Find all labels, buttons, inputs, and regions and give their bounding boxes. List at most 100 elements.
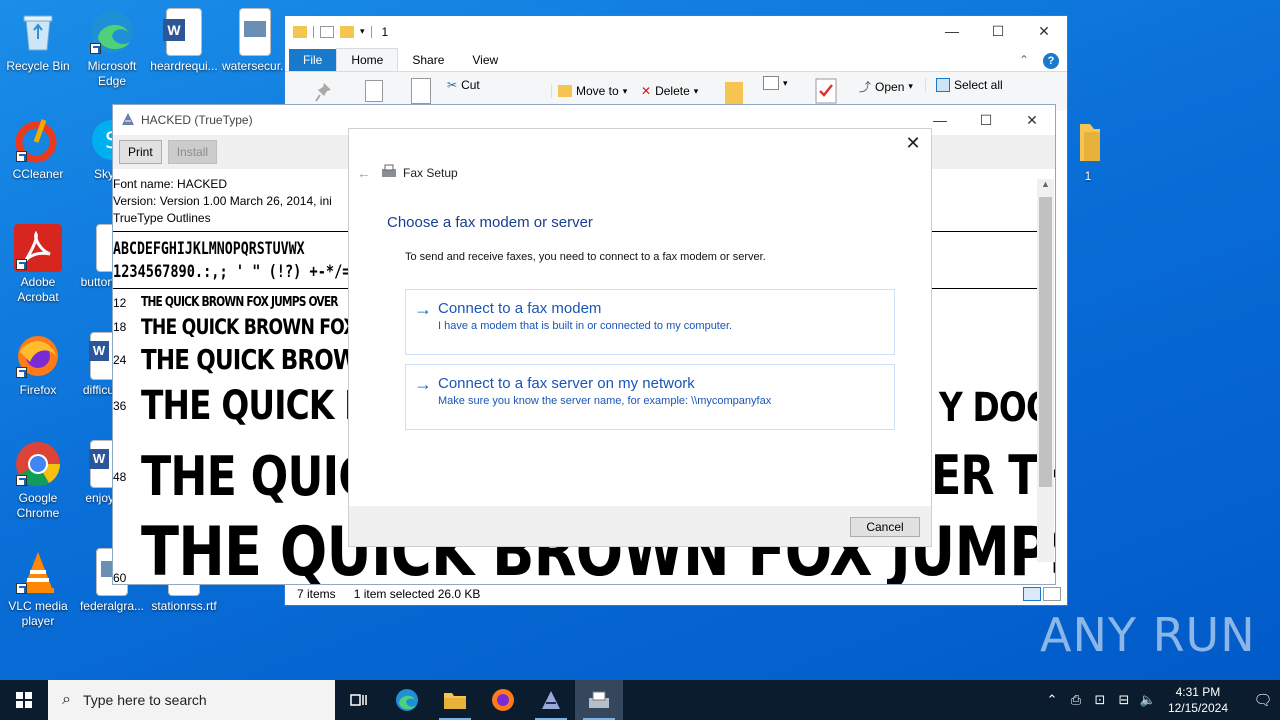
move-to-button[interactable]: Move to ▾ [551,84,627,98]
help-icon[interactable]: ? [1035,51,1067,71]
open-button[interactable]: ⤴ Open ▾ [859,78,913,95]
tab-file[interactable]: File [289,49,337,71]
desktop-icon-watersecur[interactable]: watersecur... [222,8,288,74]
search-icon: ⌕ [62,691,71,708]
option-title: Connect to a fax server on my network [438,375,695,392]
clock-time: 4:31 PM [1175,685,1221,699]
cancel-button[interactable]: Cancel [850,517,920,537]
arrow-right-icon: → [414,299,432,319]
image-file-icon [239,8,271,56]
taskbar-edge[interactable] [383,680,431,720]
desktop-icon-skype[interactable]: S Sky [74,116,114,182]
collapse-ribbon-icon[interactable]: ⌃ [1013,49,1035,71]
new-folder-button[interactable] [725,82,743,104]
folder-icon [1064,118,1112,166]
move-folder-icon [558,85,572,97]
desktop-icon-label: watersecur... [222,59,288,73]
desktop-icon-acrobat[interactable]: Adobe Acrobat [0,224,76,305]
close-button[interactable]: ✕ [1021,16,1067,46]
explorer-title: 1 [381,24,389,39]
paste-icon[interactable] [411,78,431,104]
word-doc-icon: W [163,8,202,56]
connect-fax-modem-option[interactable]: → Connect to a fax modem I have a modem … [405,289,895,355]
desktop-icon-edge[interactable]: Microsoft Edge [74,8,150,89]
font-viewer-icon [542,691,560,709]
taskbar-file-explorer[interactable] [431,680,479,720]
connect-fax-server-option[interactable]: → Connect to a fax server on my network … [405,364,895,430]
start-button[interactable] [0,680,48,720]
word-doc-icon: W [89,440,114,488]
taskbar-search-box[interactable]: ⌕ Type here to search [48,680,335,720]
scroll-up-icon[interactable]: ▲ [1037,179,1054,189]
back-arrow-icon[interactable]: ← [357,165,371,181]
desktop-icon-chrome[interactable]: Google Chrome [0,440,76,521]
anyrun-watermark: ANY RUN [1040,608,1256,662]
select-all-button[interactable]: Select all [925,78,1003,92]
desktop-icon-difficu[interactable]: W difficu [74,332,114,398]
selection-info: 1 item selected 26.0 KB [353,587,481,601]
vertical-scrollbar[interactable]: ▲ [1037,179,1054,562]
option-description: I have a modem that is built in or conne… [438,320,733,332]
scrollbar-thumb[interactable] [1039,197,1052,487]
maximize-button[interactable]: ☐ [963,105,1009,135]
pin-icon[interactable] [315,82,333,102]
tab-home[interactable]: Home [336,48,399,71]
clock[interactable]: 4:31 PM 12/15/2024 [1168,684,1228,716]
fax-setup-dialog: ✕ ← Fax Setup Choose a fax modem or serv… [349,129,931,546]
desktop-icon-button[interactable]: button [74,224,114,290]
acrobat-icon [14,224,62,272]
sample-row: 12 THE QUICK BROWN FOX JUMPS OVER [113,295,339,310]
search-placeholder: Type here to search [82,692,207,708]
task-view-button[interactable] [335,680,383,720]
new-item-button[interactable]: ▾ [763,76,788,90]
device-icon[interactable]: ⊡ [1088,692,1112,708]
close-icon[interactable]: ✕ [903,133,923,154]
print-button[interactable]: Print [119,140,162,164]
desktop-icon-label: enjoy [85,491,114,505]
system-tray: ⌃ ⎙ ⊡ ⊟ 🔈 4:31 PM 12/15/2024 🗨 [1040,680,1280,720]
desktop-icon-firefox[interactable]: Firefox [0,332,76,398]
properties-icon[interactable] [320,25,334,38]
edge-icon [396,689,418,711]
chevron-up-icon[interactable]: ⌃ [1040,692,1064,708]
network-icon[interactable]: ⊟ [1112,692,1136,708]
cut-button[interactable]: ✂ Cut [447,78,480,92]
desktop-icon-label: button [80,275,114,289]
desktop-icon-vlc[interactable]: VLC media player [0,548,76,629]
tab-view[interactable]: View [458,49,512,71]
desktop-icon-recycle-bin[interactable]: Recycle Bin [0,8,76,74]
new-folder-icon[interactable] [340,25,354,38]
option-title: Connect to a fax modem [438,300,602,317]
desktop-icon-label: Google Chrome [16,491,60,520]
delete-button[interactable]: ✕ Delete ▾ [641,84,698,98]
desktop-icon-enjoy[interactable]: W enjoy [74,440,114,506]
close-button[interactable]: ✕ [1009,105,1055,135]
chevron-down-icon[interactable]: ▾ [360,26,365,38]
taskbar-firefox[interactable] [479,680,527,720]
desktop-icon-heardrequi[interactable]: W heardrequi... [146,8,222,74]
charset-uppercase: ABCDEFGHIJKLMNOPQRSTUVWX [113,239,305,259]
shortcut-arrow-icon [16,151,27,162]
large-icons-view-icon[interactable] [1043,587,1061,601]
taskbar-font-viewer[interactable] [527,680,575,720]
desktop-icon-ccleaner[interactable]: CCleaner [0,116,76,182]
properties-button[interactable] [815,78,837,104]
font-viewer-title: HACKED (TrueType) [141,113,253,127]
tab-share[interactable]: Share [398,49,458,71]
desktop-icon-label: Recycle Bin [6,59,70,73]
volume-icon[interactable]: 🔈 [1136,692,1160,708]
select-all-icon [936,78,950,92]
taskbar-fax-setup[interactable] [575,680,623,720]
desktop-icon-label: Adobe Acrobat [17,275,59,304]
details-view-icon[interactable] [1023,587,1041,601]
delete-x-icon: ✕ [641,84,652,98]
printer-icon[interactable]: ⎙ [1064,692,1088,708]
shortcut-arrow-icon [16,259,27,270]
maximize-button[interactable]: ☐ [975,16,1021,46]
notification-icon[interactable]: 🗨 [1246,691,1280,709]
install-button[interactable]: Install [167,140,218,164]
open-icon: ⤴ [859,80,872,94]
copy-icon[interactable] [365,80,383,102]
font-viewer-app-icon [121,112,135,129]
minimize-button[interactable]: — [929,16,975,46]
